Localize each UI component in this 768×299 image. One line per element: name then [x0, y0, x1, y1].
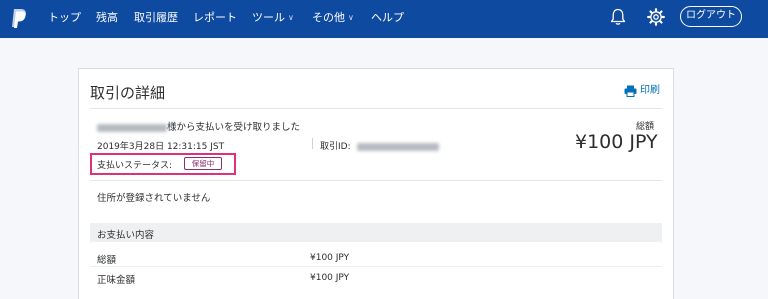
payment-details-heading: お支払い内容	[97, 230, 155, 241]
nav-item-reports[interactable]: レポート	[193, 11, 237, 25]
address-status-text: 住所が登録されていません	[97, 193, 211, 204]
nav-item-help[interactable]: ヘルプ	[371, 11, 404, 25]
print-label: 印刷	[640, 85, 660, 96]
received-payment-text: 様から支払いを受け取りました	[97, 119, 300, 133]
payment-status-label: 支払いステータス:	[97, 161, 173, 171]
gear-icon[interactable]	[647, 8, 665, 26]
transaction-id-label: 取引ID:	[320, 142, 351, 152]
top-navigation-bar: トップ 残高 取引履歴 レポート ツール ∨ その他 ∨ ヘルプ ログアウト	[0, 0, 768, 38]
chevron-down-icon: ∨	[348, 13, 354, 22]
payment-row-value: ¥100 JPY	[310, 273, 350, 283]
nav-item-activity[interactable]: 取引履歴	[134, 11, 178, 25]
payment-row-label: 正味金額	[97, 275, 136, 286]
status-badge: 保留中	[184, 157, 222, 170]
payment-row-label: 総額	[97, 255, 117, 266]
transaction-details-card	[78, 68, 674, 299]
paypal-logo-icon[interactable]	[11, 8, 27, 29]
chevron-down-icon: ∨	[288, 13, 294, 22]
page-title: 取引の詳細	[90, 84, 166, 102]
nav-item-more[interactable]: その他 ∨	[312, 11, 354, 25]
transaction-id: 取引ID:	[320, 139, 439, 152]
divider	[90, 266, 662, 267]
nav-item-top[interactable]: トップ	[48, 11, 81, 25]
total-amount: ¥100 JPY	[575, 131, 658, 153]
bell-icon[interactable]	[610, 8, 626, 26]
logout-button[interactable]: ログアウト	[680, 6, 742, 27]
received-payment-label: 様から支払いを受け取りました	[167, 122, 301, 133]
divider	[90, 180, 662, 181]
redacted-payer-name	[97, 123, 167, 132]
payment-row-value: ¥100 JPY	[310, 253, 350, 263]
payment-details-header: お支払い内容	[90, 223, 662, 242]
nav-item-balance[interactable]: 残高	[96, 11, 118, 25]
nav-item-tools[interactable]: ツール ∨	[252, 11, 294, 25]
divider	[312, 138, 313, 149]
redacted-transaction-id	[356, 142, 439, 151]
printer-icon	[624, 85, 637, 97]
transaction-date: 2019年3月28日 12:31:15 JST	[97, 142, 225, 152]
divider	[90, 108, 662, 109]
